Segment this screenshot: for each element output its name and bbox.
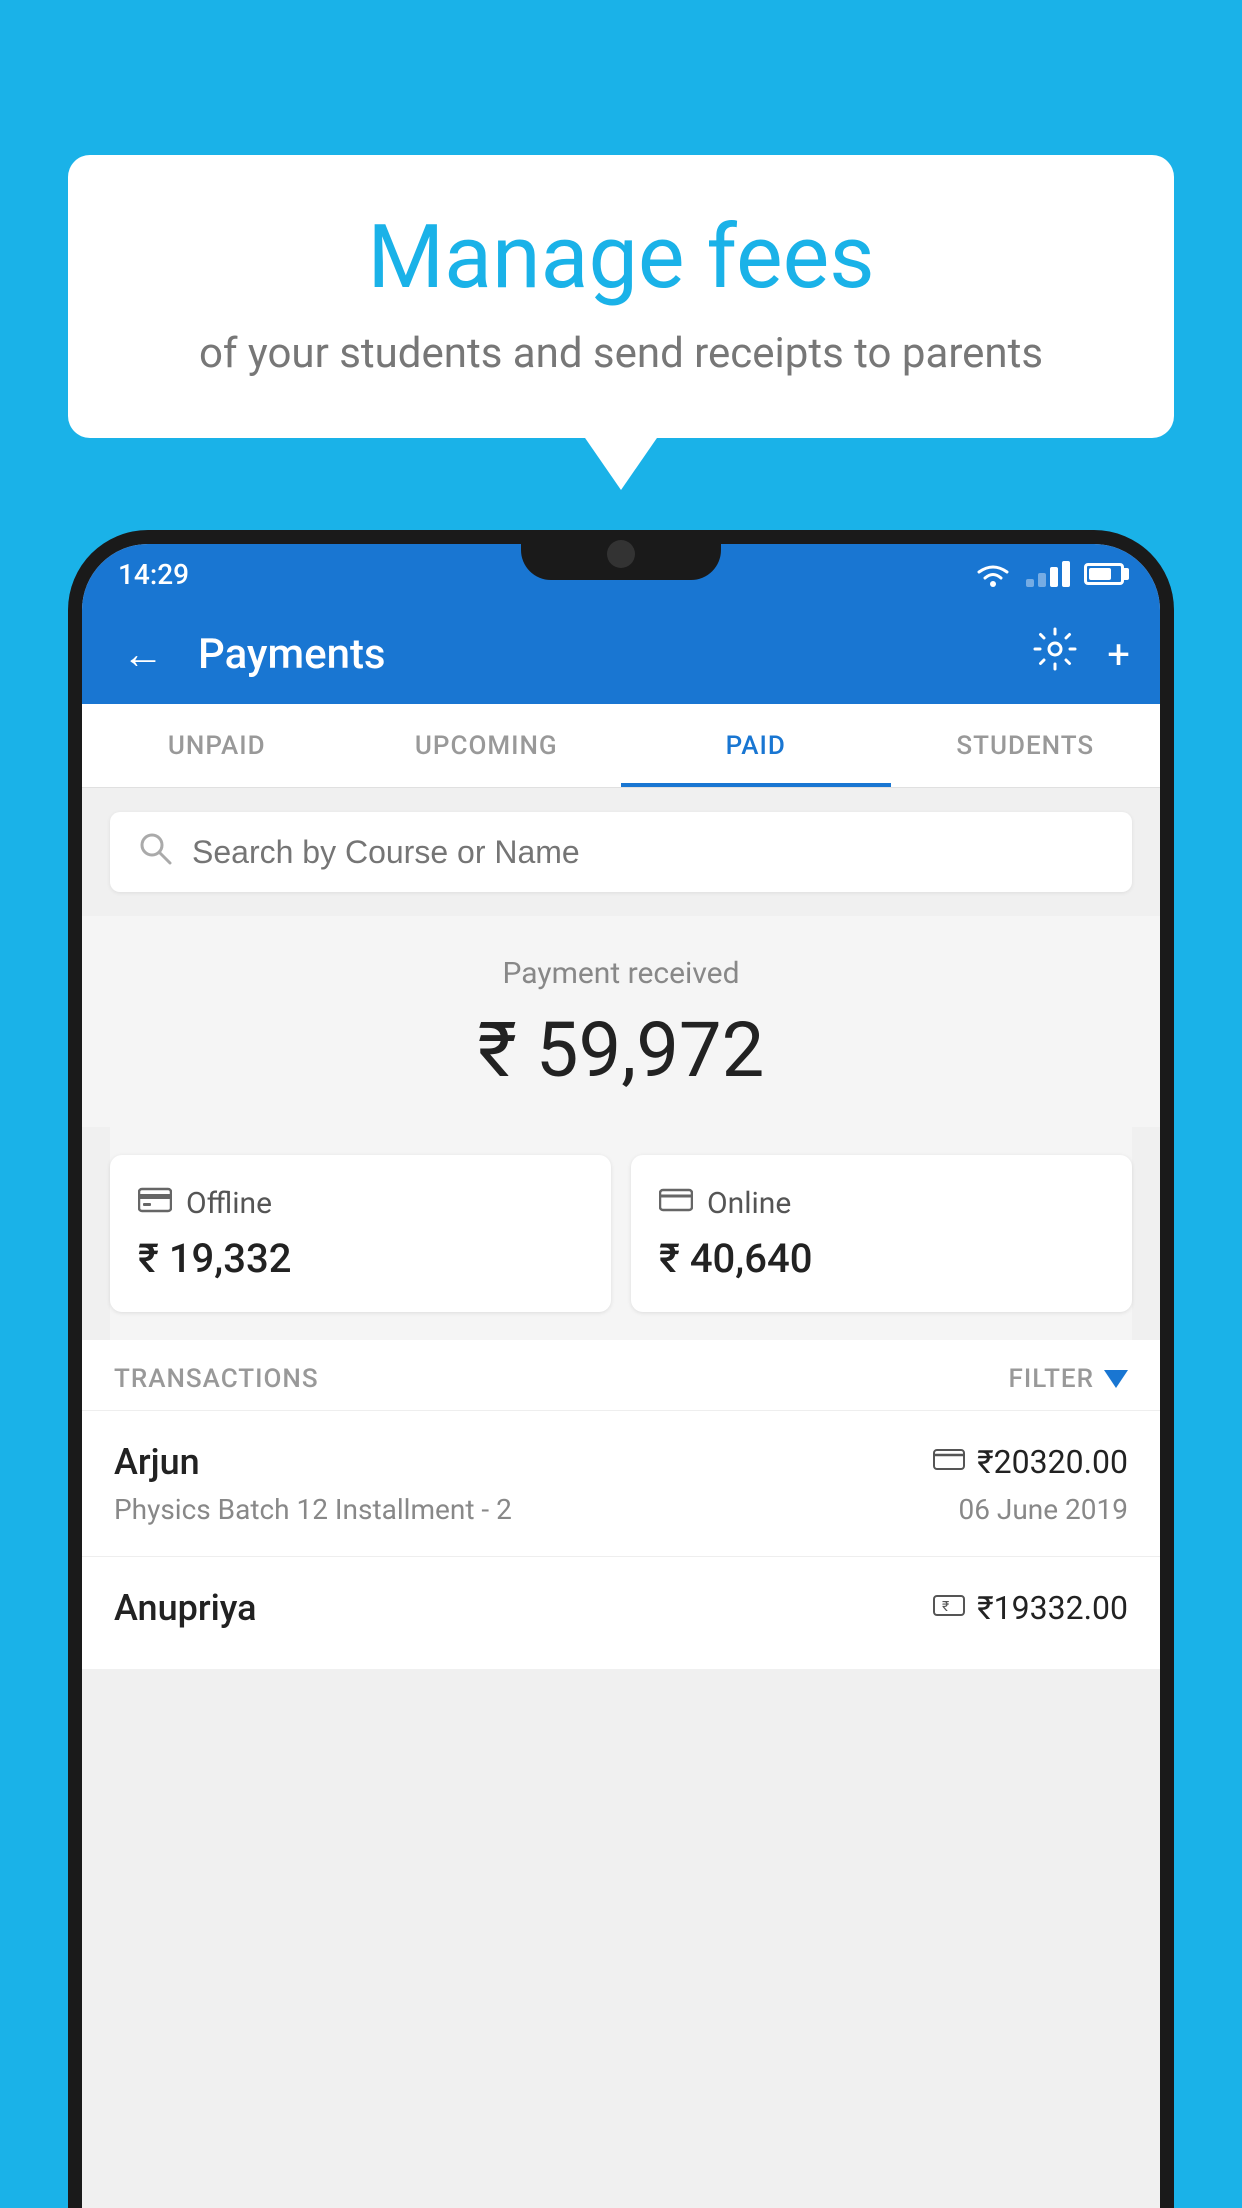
offline-amount: ₹ 19,332 — [138, 1235, 583, 1282]
online-label: Online — [707, 1186, 791, 1221]
offline-icon — [138, 1185, 172, 1221]
payment-received-section: Payment received ₹ 59,972 — [82, 916, 1160, 1127]
transaction-top: Anupriya ₹ ₹19332.00 — [114, 1587, 1128, 1629]
search-input[interactable] — [192, 834, 1104, 871]
tab-paid[interactable]: PAID — [621, 704, 891, 787]
transaction-amount-wrap: ₹20320.00 — [933, 1443, 1128, 1481]
transaction-amount: ₹19332.00 — [977, 1589, 1128, 1627]
card-payment-icon — [933, 1446, 965, 1479]
header-title: Payments — [198, 630, 1009, 679]
payment-method-cards: Offline ₹ 19,332 Online ₹ 40,640 — [110, 1127, 1132, 1340]
transaction-amount-wrap: ₹ ₹19332.00 — [933, 1589, 1128, 1627]
phone-notch — [521, 530, 721, 580]
payment-received-amount: ₹ 59,972 — [82, 1005, 1160, 1095]
phone-frame: 14:29 — [68, 530, 1174, 2208]
transaction-course: Physics Batch 12 Installment - 2 — [114, 1493, 512, 1526]
tabs-bar: UNPAID UPCOMING PAID STUDENTS — [82, 704, 1160, 788]
online-card: Online ₹ 40,640 — [631, 1155, 1132, 1312]
app-header: ← Payments + — [82, 604, 1160, 704]
offline-label: Offline — [186, 1186, 272, 1221]
filter-text: FILTER — [1009, 1364, 1094, 1394]
offline-card-header: Offline — [138, 1185, 583, 1221]
transaction-date: 06 June 2019 — [958, 1493, 1128, 1526]
front-camera — [607, 540, 635, 568]
settings-icon[interactable] — [1033, 627, 1077, 681]
search-bar[interactable] — [110, 812, 1132, 892]
cash-payment-icon: ₹ — [933, 1592, 965, 1625]
search-icon — [138, 831, 172, 874]
transaction-row[interactable]: Anupriya ₹ ₹19332.00 — [82, 1556, 1160, 1669]
transaction-name: Arjun — [114, 1441, 200, 1483]
signal-icon — [1026, 561, 1070, 587]
transactions-label: TRANSACTIONS — [114, 1364, 319, 1394]
transaction-row[interactable]: Arjun ₹20320.00 Physics Batch 12 Install… — [82, 1410, 1160, 1556]
speech-bubble: Manage fees of your students and send re… — [68, 155, 1174, 438]
back-button[interactable]: ← — [112, 620, 174, 689]
offline-card: Offline ₹ 19,332 — [110, 1155, 611, 1312]
battery-icon — [1084, 563, 1124, 585]
status-icons — [974, 560, 1124, 588]
filter-icon — [1104, 1370, 1128, 1388]
transaction-amount: ₹20320.00 — [977, 1443, 1128, 1481]
transactions-header: TRANSACTIONS FILTER — [82, 1340, 1160, 1410]
phone-screen: 14:29 — [82, 544, 1160, 2208]
add-icon[interactable]: + — [1107, 631, 1130, 678]
header-action-icons: + — [1033, 627, 1130, 681]
online-amount: ₹ 40,640 — [659, 1235, 1104, 1282]
bubble-subtitle: of your students and send receipts to pa… — [128, 329, 1114, 378]
transaction-bottom: Physics Batch 12 Installment - 2 06 June… — [114, 1493, 1128, 1526]
tab-upcoming[interactable]: UPCOMING — [352, 704, 622, 787]
filter-button[interactable]: FILTER — [1009, 1364, 1128, 1394]
status-time: 14:29 — [118, 558, 189, 591]
online-card-header: Online — [659, 1185, 1104, 1221]
payment-received-label: Payment received — [82, 956, 1160, 991]
transaction-name: Anupriya — [114, 1587, 257, 1629]
svg-text:₹: ₹ — [942, 1599, 949, 1615]
wifi-icon — [974, 560, 1012, 588]
transaction-top: Arjun ₹20320.00 — [114, 1441, 1128, 1483]
online-icon — [659, 1185, 693, 1221]
tab-unpaid[interactable]: UNPAID — [82, 704, 352, 787]
tab-students[interactable]: STUDENTS — [891, 704, 1161, 787]
bubble-title: Manage fees — [128, 210, 1114, 307]
